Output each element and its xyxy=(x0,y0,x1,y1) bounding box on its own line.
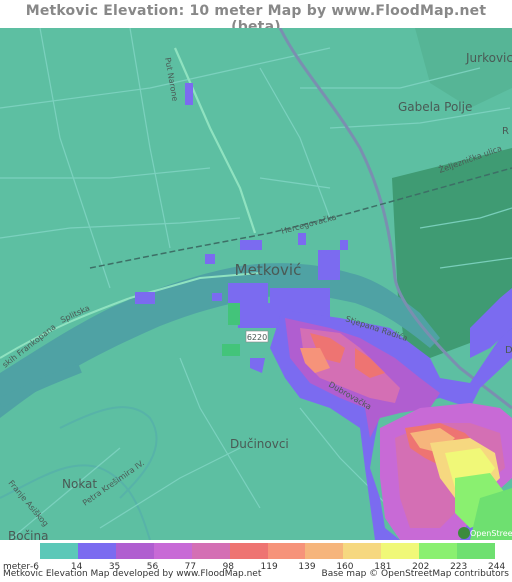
scale-swatch xyxy=(457,543,496,559)
park-area-2 xyxy=(222,344,240,356)
footer-attribution: Base map © OpenStreetMap contributors xyxy=(321,569,509,579)
scale-swatch xyxy=(229,543,268,559)
bocina-label: Bočina xyxy=(8,529,48,540)
edge-r-label: R xyxy=(502,126,509,137)
gabela-label: Gabela Polje xyxy=(398,100,472,114)
title-bar: Metkovic Elevation: 10 meter Map by www.… xyxy=(0,0,512,35)
osm-badge-text: OpenStreetMap xyxy=(470,529,512,538)
park-area xyxy=(228,303,240,325)
ducinovci-label: Dučinovci xyxy=(230,437,289,451)
nokat-label: Nokat xyxy=(62,477,97,491)
edge-d-label: D xyxy=(505,345,512,356)
scale-swatch xyxy=(77,543,116,559)
elevation-map[interactable]: 6220 Metković Jurkovic Gabela Polje Noka… xyxy=(0,28,512,540)
route-6220-label: 6220 xyxy=(247,333,267,342)
scale-swatch xyxy=(115,543,154,559)
footer-credit: Metkovic Elevation Map developed by www.… xyxy=(3,569,262,579)
color-scale xyxy=(40,543,496,559)
scale-swatch xyxy=(267,543,306,559)
scale-swatch xyxy=(419,543,458,559)
scale-swatch xyxy=(153,543,192,559)
city-label: Metković xyxy=(235,261,302,279)
scale-swatch xyxy=(40,543,78,559)
jurkovic-label: Jurkovic xyxy=(465,51,512,65)
scale-swatch xyxy=(191,543,230,559)
scale-swatch xyxy=(381,543,420,559)
osm-badge: OpenStreetMap xyxy=(458,527,512,539)
scale-swatch xyxy=(305,543,344,559)
scale-swatch xyxy=(343,543,382,559)
footer: Metkovic Elevation Map developed by www.… xyxy=(0,569,512,582)
map-canvas: 6220 Metković Jurkovic Gabela Polje Noka… xyxy=(0,28,512,540)
